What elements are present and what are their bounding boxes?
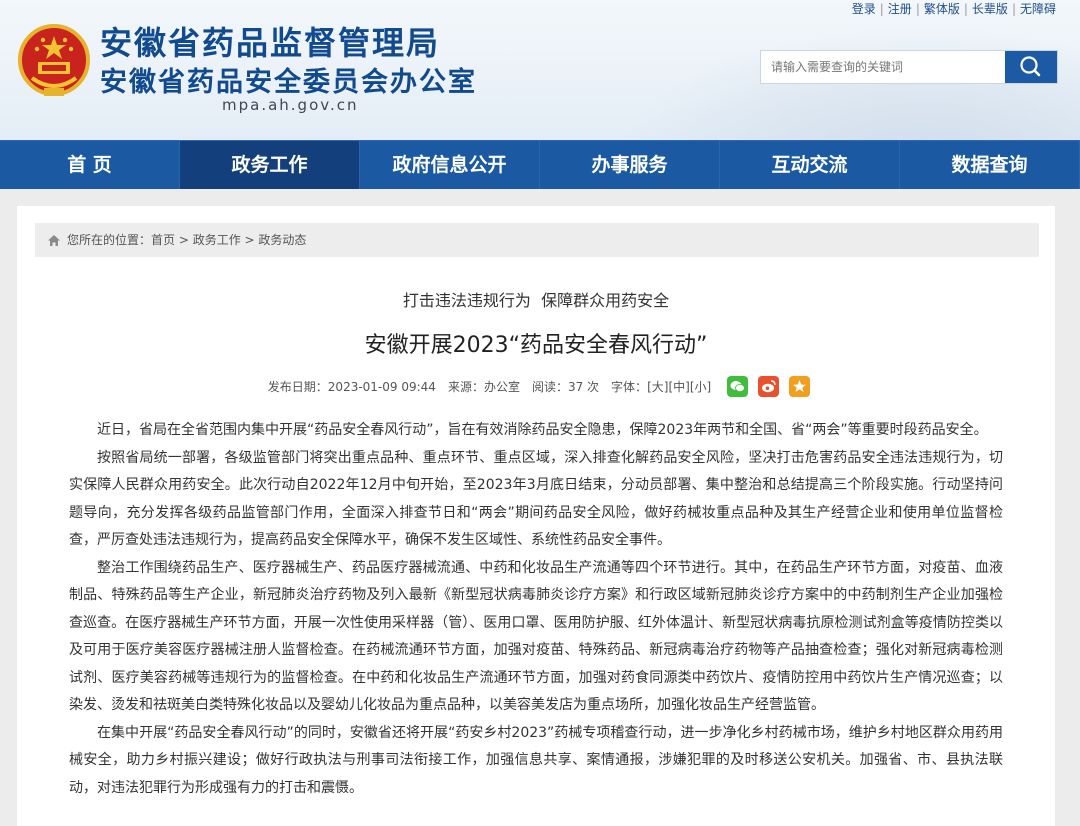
search-button[interactable] bbox=[1005, 51, 1057, 83]
login-link[interactable]: 登录 bbox=[852, 2, 876, 16]
search-input[interactable] bbox=[761, 51, 993, 83]
breadcrumb-separator: > bbox=[175, 233, 193, 247]
article-body: 近日，省局在全省范围内集中开展“药品安全春风行动”，旨在有效消除药品安全隐患，保… bbox=[69, 417, 1003, 802]
font-size-small[interactable]: [小] bbox=[690, 380, 711, 394]
font-size-control: 字体：[大][中][小] bbox=[611, 378, 711, 395]
font-size-medium[interactable]: [中] bbox=[668, 380, 689, 394]
breadcrumb: 您所在的位置： 首页 > 政务工作 > 政务动态 bbox=[35, 223, 1039, 257]
search-box bbox=[760, 50, 1058, 84]
read-count: 阅读：37 次 bbox=[531, 380, 600, 394]
nav-government-work[interactable]: 政务工作 bbox=[180, 141, 360, 189]
star-icon[interactable] bbox=[789, 376, 811, 397]
elderly-version-link[interactable]: 长辈版 bbox=[972, 2, 1008, 16]
article-paragraph: 近日，省局在全省范围内集中开展“药品安全春风行动”，旨在有效消除药品安全隐患，保… bbox=[97, 422, 988, 438]
font-size-large[interactable]: [大] bbox=[647, 380, 668, 394]
site-subtitle: 安徽省药品安全委员会办公室 bbox=[100, 67, 477, 98]
publish-date: 发布日期：2023-01-09 09:44 bbox=[267, 380, 436, 394]
accessibility-link[interactable]: 无障碍 bbox=[1020, 2, 1056, 16]
site-domain: mpa.ah.gov.cn bbox=[222, 96, 359, 114]
nav-data-query[interactable]: 数据查询 bbox=[900, 141, 1080, 189]
weibo-icon[interactable] bbox=[758, 376, 780, 397]
home-icon bbox=[48, 234, 60, 246]
breadcrumb-news[interactable]: 政务动态 bbox=[258, 223, 306, 257]
article-source: 来源：办公室 bbox=[447, 380, 520, 394]
article-paragraph: 按照省局统一部署，各级监管部门将突出重点品种、重点环节、重点区域，深入排查化解药… bbox=[69, 449, 1003, 549]
article-title: 安徽开展2023“药品安全春风行动” bbox=[364, 333, 708, 358]
breadcrumb-separator: > bbox=[240, 233, 259, 247]
traditional-chinese-link[interactable]: 繁体版 bbox=[924, 2, 960, 16]
article-paragraph: 在集中开展“药品安全春风行动”的同时，安徽省还将开展“药安乡村2023”药械专项… bbox=[69, 724, 1003, 796]
search-icon bbox=[1020, 56, 1041, 77]
nav-interaction[interactable]: 互动交流 bbox=[720, 141, 900, 189]
top-links: 登录 | 注册 | 繁体版 | 长辈版 | 无障碍 bbox=[851, 2, 1056, 16]
site-header: 登录 | 注册 | 繁体版 | 长辈版 | 无障碍 安徽省药品监督管理局 安徽省药品安全委员会办… bbox=[0, 0, 1080, 140]
national-emblem-icon bbox=[18, 24, 90, 96]
breadcrumb-government-work[interactable]: 政务工作 bbox=[193, 223, 241, 257]
nav-info-disclosure[interactable]: 政府信息公开 bbox=[360, 141, 540, 189]
nav-home[interactable]: 首 页 bbox=[0, 141, 180, 189]
wechat-icon[interactable] bbox=[727, 376, 749, 397]
article-meta: 发布日期：2023-01-09 09:44 来源：办公室 阅读：37 次 字体：… bbox=[17, 376, 1055, 397]
breadcrumb-prefix: 您所在的位置： bbox=[67, 233, 152, 247]
font-size-label: 字体： bbox=[611, 380, 648, 394]
site-title: 安徽省药品监督管理局 bbox=[100, 24, 441, 62]
article-subtitle: 打击违法违规行为 保障群众用药安全 bbox=[402, 291, 670, 310]
main-nav: 首 页 政务工作 政府信息公开 办事服务 互动交流 数据查询 bbox=[0, 140, 1080, 189]
register-link[interactable]: 注册 bbox=[888, 2, 912, 16]
article-paragraph: 整治工作围绕药品生产、医疗器械生产、药品医疗器械流通、中药和化妆品生产流通等四个… bbox=[69, 559, 1003, 714]
nav-services[interactable]: 办事服务 bbox=[540, 141, 720, 189]
content-panel: 您所在的位置： 首页 > 政务工作 > 政务动态 打击违法违规行为 保障群众用药… bbox=[17, 206, 1055, 826]
breadcrumb-home[interactable]: 首页 bbox=[151, 223, 175, 257]
